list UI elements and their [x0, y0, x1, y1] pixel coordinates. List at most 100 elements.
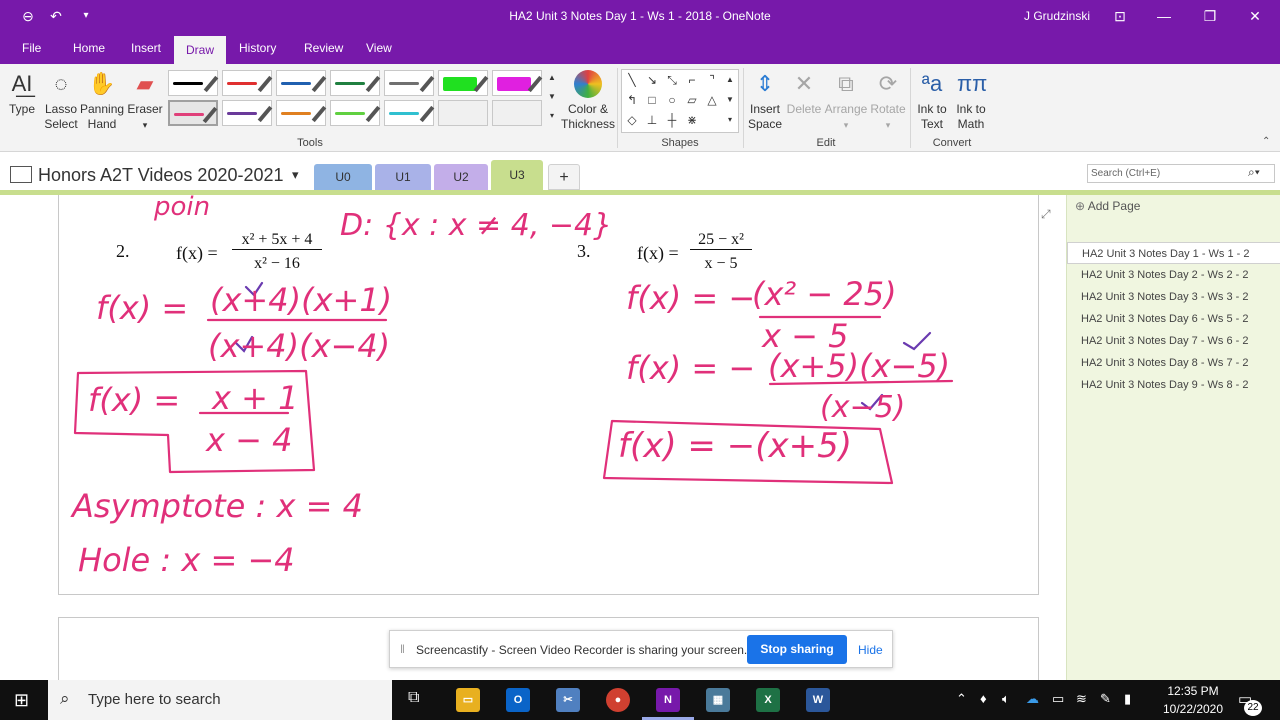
type-button[interactable]: A͟I Type — [4, 70, 40, 117]
snipping-tool-icon[interactable]: ✂ — [556, 688, 580, 712]
collapse-ribbon-icon[interactable]: ⌃ — [1262, 136, 1270, 147]
shapes-gallery[interactable]: ╲ ↘ ⤡ ⌐ ⌝ ↰ □ ○ ▱ △ ◇ ⊥ ┼ ⋇ ▲ ▼ ▾ — [621, 69, 739, 133]
notebook-name[interactable]: Honors A2T Videos 2020-2021 — [38, 165, 284, 186]
highlighter-green[interactable] — [438, 70, 489, 96]
pen-blue[interactable] — [276, 70, 327, 96]
stop-sharing-button[interactable]: Stop sharing — [747, 635, 847, 664]
file-explorer-icon[interactable]: ▭ — [456, 688, 480, 712]
pen-green[interactable] — [330, 70, 381, 96]
ink-text: poin — [153, 195, 210, 222]
pen-black[interactable] — [168, 70, 219, 96]
clock-date[interactable]: 10/22/2020 — [1162, 702, 1224, 716]
battery-icon[interactable]: ▮ — [1124, 691, 1131, 707]
pen-gray[interactable] — [384, 70, 435, 96]
ink-text: (x+4)(x+1) — [210, 281, 392, 319]
rotate-icon: ⟳ — [878, 71, 898, 96]
add-page-button[interactable]: ⊕ Add Page — [1075, 199, 1140, 213]
pen-empty-slot[interactable] — [438, 100, 488, 126]
page-item[interactable]: HA2 Unit 3 Notes Day 1 - Ws 1 - 2 — [1067, 242, 1280, 264]
ink-to-text-button[interactable]: ªa Ink to Text — [913, 70, 951, 132]
pen-cyan[interactable] — [384, 100, 435, 126]
tab-home[interactable]: Home — [71, 32, 107, 64]
chevron-down-icon[interactable]: ▼ — [722, 92, 738, 108]
excel-icon[interactable]: X — [756, 688, 780, 712]
windows-start-icon[interactable]: ⊞ — [14, 690, 29, 711]
microphone-icon[interactable]: ♦ — [980, 691, 987, 706]
section-tab-u1[interactable]: U1 — [375, 164, 431, 190]
add-section-button[interactable]: + — [548, 164, 580, 190]
pen-orange[interactable] — [276, 100, 327, 126]
pen-tip-icon — [202, 106, 218, 124]
tray-overflow-icon[interactable]: ⌃ — [956, 691, 967, 707]
search-input[interactable]: Search (Ctrl+E) — [1087, 164, 1275, 183]
page-item[interactable]: HA2 Unit 3 Notes Day 2 - Ws 2 - 2 — [1067, 264, 1280, 286]
gallery-expand-icon[interactable]: ▾ — [722, 112, 738, 128]
eraser-button[interactable]: ▰ Eraser ▾ — [126, 70, 164, 133]
notebook-dropdown-icon[interactable]: ▾ — [292, 167, 299, 183]
onenote-icon[interactable]: N — [656, 688, 680, 712]
highlighter-magenta[interactable] — [492, 70, 543, 96]
ink-to-math-button[interactable]: ππ Ink to Math — [952, 70, 990, 132]
pen-gallery-scroll[interactable]: ▲ ▼ ▾ — [546, 68, 558, 125]
arrange-button[interactable]: ⧉ Arrange ▾ — [823, 70, 869, 133]
volume-icon[interactable]: 🔈︎ — [1002, 691, 1010, 707]
page-item[interactable]: HA2 Unit 3 Notes Day 7 - Ws 6 - 2 — [1067, 330, 1280, 352]
page-item[interactable]: HA2 Unit 3 Notes Day 9 - Ws 8 - 2 — [1067, 374, 1280, 396]
insert-space-button[interactable]: ⇕ Insert Space — [746, 70, 784, 132]
restore-icon[interactable]: ❐ — [1200, 6, 1220, 26]
lasso-icon: ◌ — [54, 71, 68, 96]
pen-empty-slot[interactable] — [492, 100, 542, 126]
color-thickness-button[interactable]: Color & Thickness — [560, 70, 616, 132]
pen-stroke — [335, 82, 365, 85]
pen-pink[interactable] — [168, 100, 218, 126]
delete-x-icon: ✕ — [794, 71, 814, 96]
tab-history[interactable]: History — [237, 32, 278, 64]
ribbon-display-icon[interactable]: ⊡ — [1110, 6, 1130, 26]
ink-text: (x+4)(x−4) — [208, 327, 390, 365]
lasso-select-button[interactable]: ◌ Lasso Select — [42, 70, 80, 132]
pen-tip-icon — [419, 75, 435, 93]
tab-file[interactable]: File — [20, 32, 43, 64]
page-canvas[interactable]: ⤢ 2. f(x) = x² + 5x + 4 x² − 16 3. f(x) … — [0, 195, 1066, 680]
group-separator — [743, 68, 744, 148]
section-tab-u0[interactable]: U0 — [314, 164, 372, 190]
page-item[interactable]: HA2 Unit 3 Notes Day 3 - Ws 3 - 2 — [1067, 286, 1280, 308]
close-icon[interactable]: ✕ — [1245, 6, 1265, 26]
tab-view[interactable]: View — [364, 32, 394, 64]
pen-purple[interactable] — [222, 100, 273, 126]
section-tab-u3[interactable]: U3 — [491, 160, 543, 190]
clock-time[interactable]: 12:35 PM — [1162, 684, 1224, 698]
taskbar-search-input[interactable]: Type here to search — [48, 680, 392, 720]
pen-red[interactable] — [222, 70, 273, 96]
tab-draw[interactable]: Draw — [174, 36, 227, 64]
notebook-icon — [10, 166, 32, 183]
axis-icon: ⊥ — [646, 113, 658, 127]
user-name[interactable]: J Grudzinski — [1024, 9, 1090, 23]
tab-review[interactable]: Review — [302, 32, 345, 64]
word-icon[interactable]: W — [806, 688, 830, 712]
delete-button[interactable]: ✕ Delete — [786, 70, 822, 117]
wifi-icon[interactable]: ≋ — [1076, 691, 1087, 707]
task-view-icon[interactable]: ⧉ — [408, 689, 419, 707]
drag-handle-icon[interactable]: ‖ — [400, 642, 405, 656]
panning-hand-button[interactable]: ✋ Panning Hand — [80, 70, 124, 132]
pen-tip-icon — [203, 75, 219, 93]
hide-button[interactable]: Hide — [858, 643, 883, 657]
page-item[interactable]: HA2 Unit 3 Notes Day 6 - Ws 5 - 2 — [1067, 308, 1280, 330]
minimize-icon[interactable]: — — [1154, 6, 1174, 26]
search-icon[interactable]: ⌕▾ — [1248, 165, 1260, 180]
network-icon[interactable]: ▭ — [1052, 691, 1064, 707]
pen-icon[interactable]: ✎ — [1100, 691, 1111, 707]
chrome-icon[interactable]: ● — [606, 688, 630, 712]
search-icon: ⌕ — [60, 689, 70, 708]
onedrive-icon[interactable]: ☁︎ — [1026, 691, 1039, 707]
outlook-icon[interactable]: O — [506, 688, 530, 712]
tab-insert[interactable]: Insert — [129, 32, 163, 64]
teams-device-icon[interactable]: ▦ — [706, 688, 730, 712]
page-item[interactable]: HA2 Unit 3 Notes Day 8 - Ws 7 - 2 — [1067, 352, 1280, 374]
section-tab-u2[interactable]: U2 — [434, 164, 488, 190]
ink-text: f(x) = − — [626, 279, 755, 317]
pen-lime[interactable] — [330, 100, 381, 126]
chevron-up-icon[interactable]: ▲ — [722, 72, 738, 88]
rotate-button[interactable]: ⟳ Rotate ▾ — [869, 70, 907, 133]
